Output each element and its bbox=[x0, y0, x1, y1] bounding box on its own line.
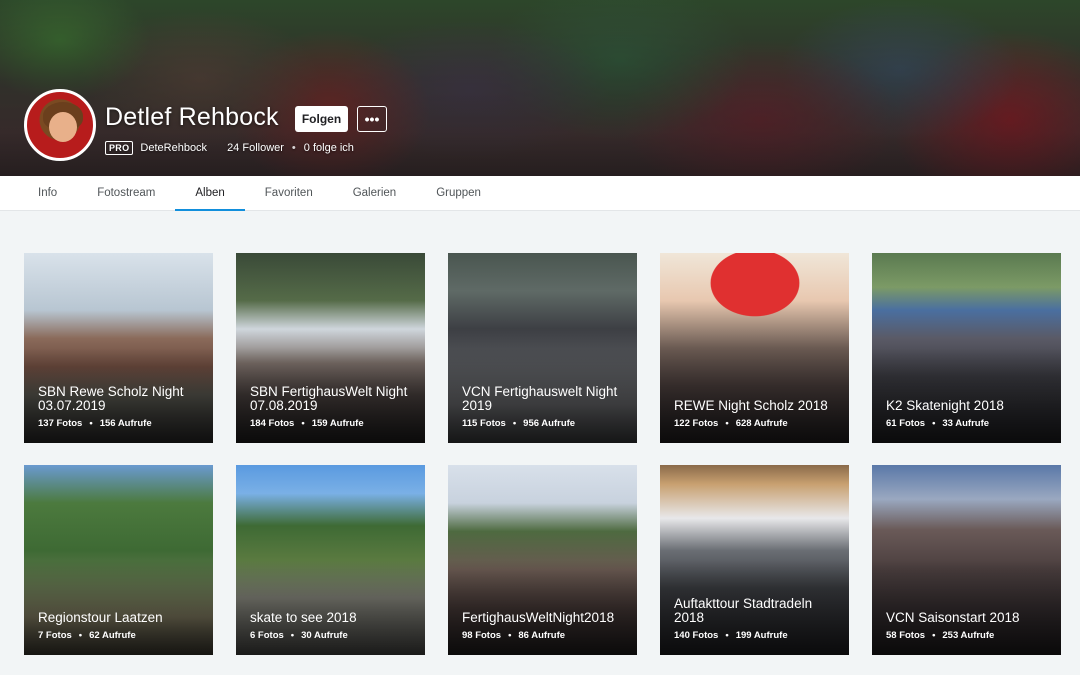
meta-separator: • bbox=[89, 418, 93, 429]
album-meta: 58 Fotos • 253 Aufrufe bbox=[886, 630, 994, 641]
album-photo-count: 6 Fotos bbox=[250, 630, 284, 641]
profile-tabs: Info Fotostream Alben Favoriten Galerien… bbox=[0, 176, 1080, 211]
album-photo-count: 140 Fotos bbox=[674, 630, 719, 641]
album-meta: 7 Fotos • 62 Aufrufe bbox=[38, 630, 136, 641]
album-view-count: 956 Aufrufe bbox=[523, 418, 576, 429]
album-title: SBN FertighausWelt Night 07.08.2019 bbox=[250, 384, 408, 413]
stats-separator: • bbox=[291, 142, 296, 154]
avatar[interactable] bbox=[24, 89, 96, 161]
followers-count[interactable]: 24 Follower bbox=[227, 142, 284, 154]
meta-separator: • bbox=[725, 418, 729, 429]
album-card[interactable]: SBN Rewe Scholz Night 03.07.2019 137 Fot… bbox=[24, 253, 213, 443]
album-meta: 140 Fotos • 199 Aufrufe bbox=[674, 630, 788, 641]
album-card[interactable]: REWE Night Scholz 2018 122 Fotos • 628 A… bbox=[660, 253, 849, 443]
album-meta: 98 Fotos • 86 Aufrufe bbox=[462, 630, 565, 641]
meta-separator: • bbox=[932, 630, 936, 641]
album-photo-count: 122 Fotos bbox=[674, 418, 719, 429]
album-photo-count: 61 Fotos bbox=[886, 418, 926, 429]
album-title: FertighausWeltNight2018 bbox=[462, 610, 615, 625]
meta-separator: • bbox=[290, 630, 295, 641]
album-card[interactable]: SBN FertighausWelt Night 07.08.2019 184 … bbox=[236, 253, 425, 443]
album-photo-count: 137 Fotos bbox=[38, 418, 83, 429]
album-photo-count: 7 Fotos bbox=[38, 630, 72, 641]
album-card[interactable]: Auftakttour Stadtradeln 2018 140 Fotos •… bbox=[660, 465, 849, 655]
follow-button[interactable]: Folgen bbox=[295, 106, 348, 132]
album-view-count: 33 Aufrufe bbox=[942, 418, 990, 429]
album-title: K2 Skatenight 2018 bbox=[886, 398, 1004, 413]
album-title: VCN Saisonstart 2018 bbox=[886, 610, 1020, 625]
album-view-count: 62 Aufrufe bbox=[89, 630, 136, 641]
album-view-count: 30 Aufrufe bbox=[301, 630, 348, 641]
tab-alben[interactable]: Alben bbox=[175, 176, 246, 211]
tab-info[interactable]: Info bbox=[18, 176, 77, 211]
album-title: REWE Night Scholz 2018 bbox=[674, 398, 828, 413]
album-meta: 184 Fotos • 159 Aufrufe bbox=[250, 418, 364, 429]
tab-favoriten[interactable]: Favoriten bbox=[245, 176, 333, 211]
pro-badge: PRO bbox=[105, 141, 134, 155]
album-view-count: 628 Aufrufe bbox=[735, 418, 788, 429]
profile-name: Detlef Rehbock bbox=[105, 103, 279, 131]
album-title: SBN Rewe Scholz Night 03.07.2019 bbox=[38, 384, 184, 413]
album-meta: 115 Fotos • 956 Aufrufe bbox=[462, 418, 575, 429]
meta-separator: • bbox=[78, 630, 83, 641]
album-card[interactable]: VCN Fertighauswelt Night 2019 115 Fotos … bbox=[448, 253, 637, 443]
album-meta: 61 Fotos • 33 Aufrufe bbox=[886, 418, 989, 429]
album-meta: 137 Fotos • 156 Aufrufe bbox=[38, 418, 152, 429]
profile-stats: PRO DeteRehbock 24 Follower • 0 folge ic… bbox=[105, 141, 354, 155]
album-card[interactable]: K2 Skatenight 2018 61 Fotos • 33 Aufrufe bbox=[872, 253, 1061, 443]
album-title: Regionstour Laatzen bbox=[38, 610, 163, 625]
meta-separator: • bbox=[512, 418, 517, 429]
album-photo-count: 58 Fotos bbox=[886, 630, 926, 641]
tab-galerien[interactable]: Galerien bbox=[333, 176, 416, 211]
album-view-count: 86 Aufrufe bbox=[518, 630, 566, 641]
meta-separator: • bbox=[725, 630, 729, 641]
album-view-count: 199 Aufrufe bbox=[735, 630, 788, 641]
more-options-button[interactable]: ••• bbox=[357, 106, 387, 132]
meta-separator: • bbox=[508, 630, 512, 641]
album-card[interactable]: VCN Saisonstart 2018 58 Fotos • 253 Aufr… bbox=[872, 465, 1061, 655]
album-card[interactable]: skate to see 2018 6 Fotos • 30 Aufrufe bbox=[236, 465, 425, 655]
album-title: skate to see 2018 bbox=[250, 610, 357, 625]
meta-separator: • bbox=[301, 418, 305, 429]
album-card[interactable]: FertighausWeltNight2018 98 Fotos • 86 Au… bbox=[448, 465, 637, 655]
tab-fotostream[interactable]: Fotostream bbox=[77, 176, 175, 211]
album-photo-count: 98 Fotos bbox=[462, 630, 502, 641]
album-meta: 122 Fotos • 628 Aufrufe bbox=[674, 418, 788, 429]
tab-gruppen[interactable]: Gruppen bbox=[416, 176, 501, 211]
following-count[interactable]: 0 folge ich bbox=[304, 142, 354, 154]
album-photo-count: 115 Fotos bbox=[462, 418, 506, 429]
album-title: VCN Fertighauswelt Night 2019 bbox=[462, 384, 618, 413]
album-meta: 6 Fotos • 30 Aufrufe bbox=[250, 630, 348, 641]
album-title: Auftakttour Stadtradeln 2018 bbox=[674, 596, 813, 625]
album-view-count: 159 Aufrufe bbox=[311, 418, 364, 429]
meta-separator: • bbox=[932, 418, 936, 429]
album-photo-count: 184 Fotos bbox=[250, 418, 295, 429]
username: DeteRehbock bbox=[140, 142, 208, 154]
album-card[interactable]: Regionstour Laatzen 7 Fotos • 62 Aufrufe bbox=[24, 465, 213, 655]
album-view-count: 156 Aufrufe bbox=[99, 418, 152, 429]
album-view-count: 253 Aufrufe bbox=[942, 630, 995, 641]
